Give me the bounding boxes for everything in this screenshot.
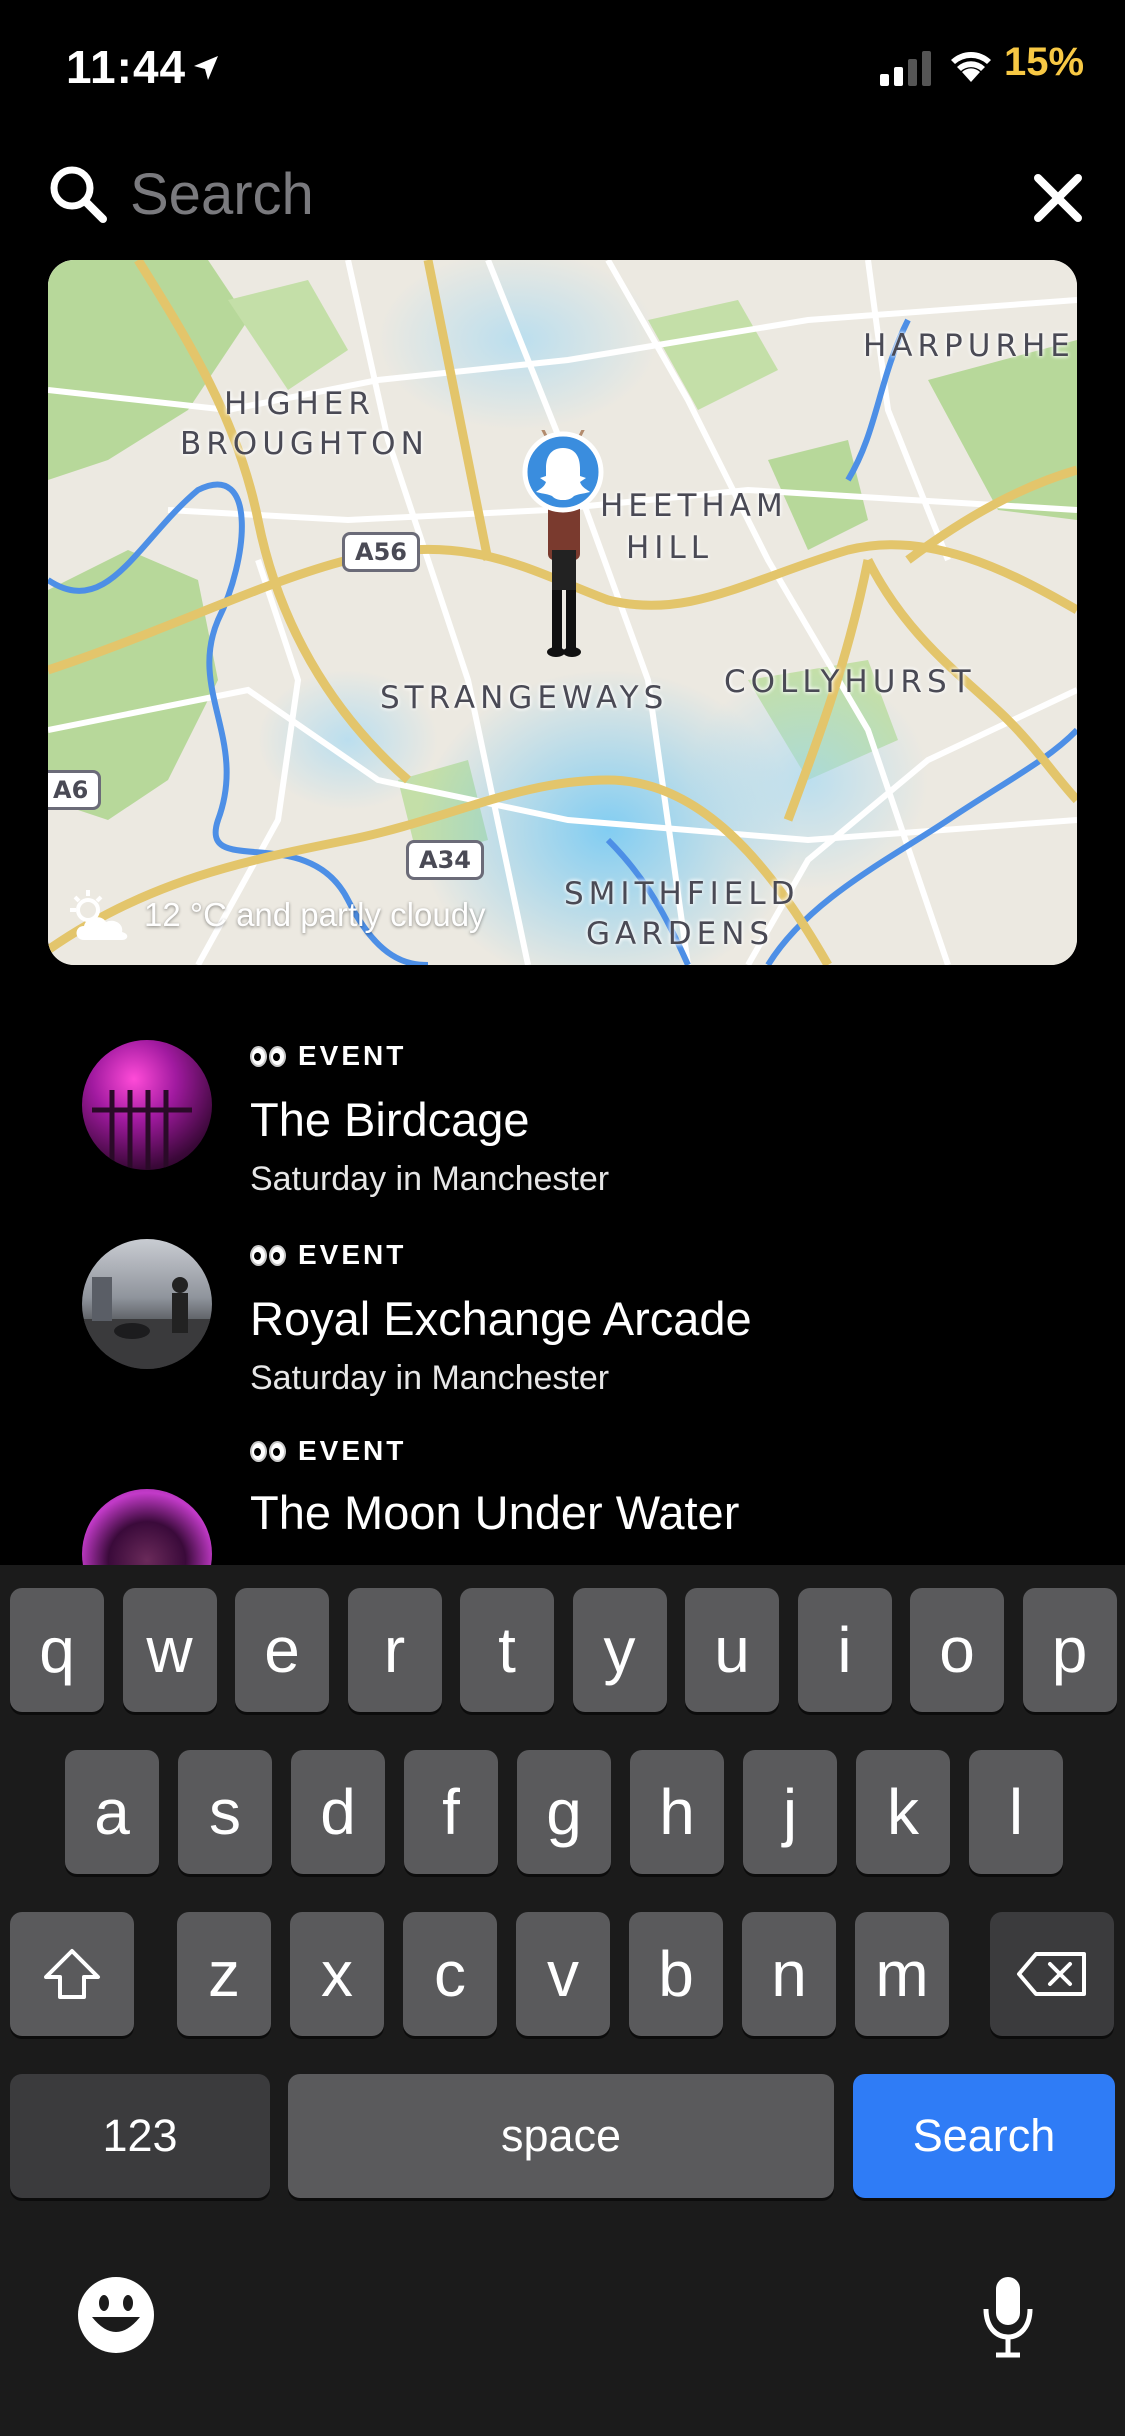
event-subtitle: Saturday in Manchester	[250, 1160, 610, 1198]
key-a[interactable]: a	[65, 1750, 159, 1874]
key-g[interactable]: g	[517, 1750, 611, 1874]
list-item[interactable]: EVENT The Moon Under Water	[0, 1433, 1125, 1565]
key-s[interactable]: s	[178, 1750, 272, 1874]
road-shield-a56: A56	[342, 532, 420, 572]
key-w[interactable]: w	[122, 1588, 217, 1712]
key-y[interactable]: y	[572, 1588, 667, 1712]
key-r[interactable]: r	[347, 1588, 442, 1712]
key-m[interactable]: m	[855, 1912, 949, 2036]
key-x[interactable]: x	[290, 1912, 384, 2036]
wifi-icon	[951, 52, 991, 82]
key-t[interactable]: t	[460, 1588, 554, 1712]
search-icon	[50, 166, 107, 223]
key-z[interactable]: z	[177, 1912, 271, 2036]
map-label-cheetham-line2: HILL	[626, 530, 713, 566]
event-thumbnail	[82, 1489, 212, 1565]
road-shield-a6: A6	[48, 770, 102, 810]
microphone-icon[interactable]	[980, 2275, 1036, 2361]
event-thumbnail	[82, 1040, 212, 1170]
weather-text: 12 °C and partly cloudy	[144, 896, 486, 933]
event-title: The Birdcage	[250, 1093, 530, 1146]
partly-cloudy-icon	[70, 890, 128, 940]
key-c[interactable]: c	[403, 1912, 497, 2036]
key-j[interactable]: j	[743, 1750, 837, 1874]
snap-map[interactable]: HARPURHE HIGHER BROUGHTON HEETHAM HILL S…	[48, 260, 1077, 965]
key-e[interactable]: e	[235, 1588, 329, 1712]
event-tag-label: EVENT	[298, 1435, 407, 1466]
event-title: The Moon Under Water	[250, 1486, 740, 1539]
gate-icon	[92, 1090, 192, 1170]
space-key[interactable]: space	[288, 2074, 834, 2198]
key-l[interactable]: l	[969, 1750, 1063, 1874]
status-time: 11:44	[66, 41, 187, 93]
search-input[interactable]	[130, 156, 980, 232]
key-i[interactable]: i	[797, 1588, 892, 1712]
close-icon[interactable]	[1030, 170, 1086, 226]
list-item[interactable]: EVENT The Birdcage Saturday in Mancheste…	[0, 1020, 1125, 1220]
list-item[interactable]: EVENT Royal Exchange Arcade Saturday in …	[0, 1219, 1125, 1419]
key-p[interactable]: p	[1022, 1588, 1117, 1712]
event-tag: EVENT	[250, 1435, 406, 1467]
eyes-icon	[250, 1435, 288, 1467]
event-tag-label: EVENT	[298, 1239, 407, 1270]
backspace-icon	[1017, 1952, 1086, 1996]
location-arrow-icon	[194, 56, 218, 80]
search-key[interactable]: Search	[853, 2074, 1115, 2198]
eyes-icon	[250, 1239, 288, 1271]
map-label-higher-broughton-line2: BROUGHTON	[180, 426, 429, 462]
bitmoji-avatar-icon[interactable]	[518, 430, 608, 660]
map-label-collyhurst: COLLYHURST	[724, 664, 976, 700]
key-f[interactable]: f	[404, 1750, 498, 1874]
key-d[interactable]: d	[291, 1750, 385, 1874]
key-b[interactable]: b	[629, 1912, 723, 2036]
event-tag-label: EVENT	[298, 1040, 407, 1071]
delete-key[interactable]	[990, 1912, 1114, 2036]
emoji-icon[interactable]	[76, 2275, 156, 2355]
event-tag: EVENT	[250, 1040, 406, 1072]
status-bar: 11:44 15%	[0, 0, 1125, 140]
key-h[interactable]: h	[630, 1750, 724, 1874]
map-label-strangeways: STRANGEWAYS	[380, 680, 669, 716]
search-results-list: EVENT The Birdcage Saturday in Mancheste…	[0, 1000, 1125, 1565]
event-title: Royal Exchange Arcade	[250, 1292, 752, 1345]
key-n[interactable]: n	[742, 1912, 836, 2036]
shift-icon	[44, 1949, 100, 1999]
shift-key[interactable]	[10, 1912, 134, 2036]
cellular-signal-icon	[880, 51, 931, 86]
numbers-key[interactable]: 123	[10, 2074, 270, 2198]
search-bar	[0, 150, 1125, 240]
map-label-smithfield-line1: SMITHFIELD	[564, 876, 800, 912]
map-label-cheetham-line1: HEETHAM	[600, 488, 788, 524]
map-label-higher-broughton-line1: HIGHER	[224, 386, 375, 422]
event-tag: EVENT	[250, 1239, 406, 1271]
key-o[interactable]: o	[910, 1588, 1004, 1712]
key-v[interactable]: v	[516, 1912, 610, 2036]
battery-percentage: 15%	[1004, 40, 1085, 84]
eyes-icon	[250, 1040, 288, 1072]
key-k[interactable]: k	[856, 1750, 950, 1874]
road-shield-a34: A34	[406, 840, 484, 880]
people-icon	[82, 1277, 212, 1369]
event-thumbnail	[82, 1239, 212, 1369]
map-label-smithfield-line2: GARDENS	[586, 916, 775, 952]
event-subtitle: Saturday in Manchester	[250, 1359, 610, 1397]
key-q[interactable]: q	[10, 1588, 104, 1712]
key-u[interactable]: u	[685, 1588, 779, 1712]
map-label-harpurhey: HARPURHE	[863, 328, 1075, 364]
